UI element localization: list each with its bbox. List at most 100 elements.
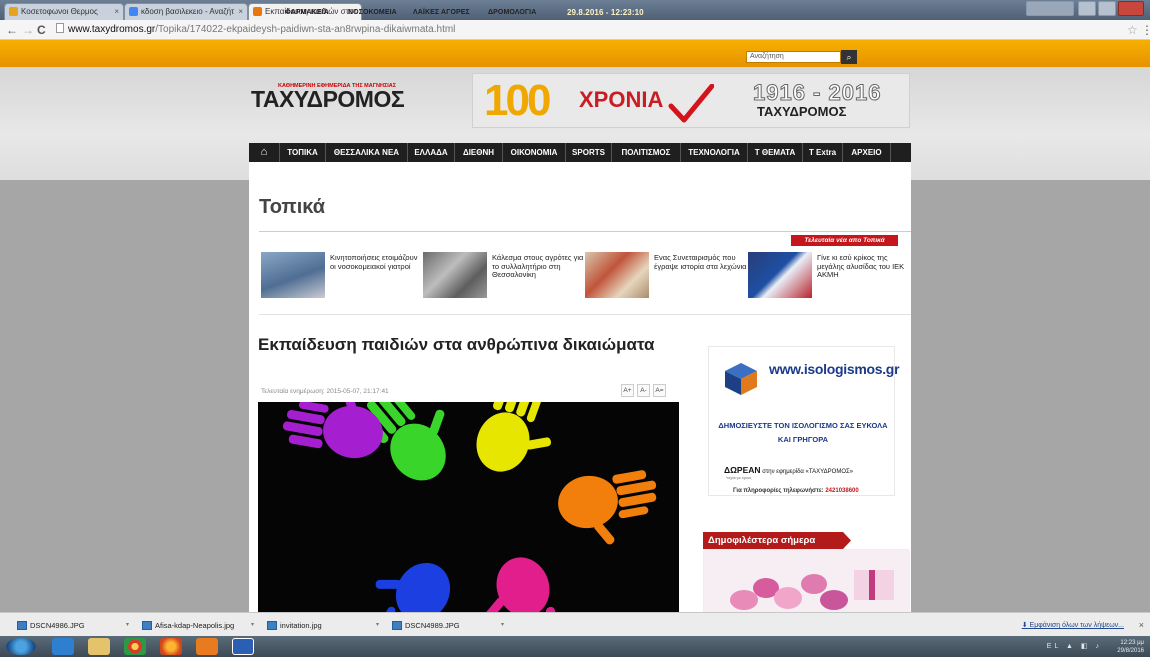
forward-icon[interactable]: → xyxy=(22,22,34,38)
banner-word: ΧΡΟΝΙΑ xyxy=(579,87,664,112)
current-datetime: 29.8.2016 - 12:23:10 xyxy=(567,8,644,17)
folder-icon[interactable] xyxy=(88,638,110,655)
download-icon: ⬇ xyxy=(1021,622,1030,629)
download-item[interactable]: invitation.jpg ▾ xyxy=(258,617,379,634)
downloads-bar: DSCN4986.JPG ▾ Afisa-kdap-Neapolis.jpg ▾ i… xyxy=(0,612,1150,636)
latest-news-item[interactable]: Κάλεσμα στους αγρότες για το συλλαλητήρι… xyxy=(423,252,583,298)
nav-item-thessaly[interactable]: ΘΕΣΣΑΛΙΚΑ ΝΕΑ xyxy=(326,143,408,162)
download-item[interactable]: Afisa-kdap-Neapolis.jpg ▾ xyxy=(133,617,254,634)
nav-item-economy[interactable]: ΟΙΚΟΝΟΜΙΑ xyxy=(503,143,566,162)
image-file-icon xyxy=(267,621,277,630)
chevron-down-icon[interactable]: ▾ xyxy=(501,617,504,634)
font-increase-button[interactable]: A+ xyxy=(621,384,634,397)
checkmark-icon xyxy=(668,84,714,123)
nav-item-themes[interactable]: Τ ΘΕΜΑΤΑ xyxy=(748,143,803,162)
nav-item-sports[interactable]: SPORTS xyxy=(566,143,612,162)
menu-link-pharmacies[interactable]: ΦΑΡΜΑΚΕΙΑ xyxy=(285,9,329,16)
top-service-bar xyxy=(0,40,1150,67)
menu-link-hospitals[interactable]: ΝΟΣΟΚΟΜΕΙΑ xyxy=(348,9,397,16)
nav-item-technology[interactable]: ΤΕΧΝΟΛΟΓΙΑ xyxy=(681,143,748,162)
home-button[interactable]: ⌂ xyxy=(249,143,280,162)
tab-close-icon[interactable]: × xyxy=(238,4,243,19)
tab-close-icon[interactable]: × xyxy=(114,4,119,19)
site-logo[interactable]: ΤΑΧΥΔΡΟΜΟΣ xyxy=(251,86,405,113)
browser-tab[interactable]: κδοση βασιλεκειο - Αναζήτ × xyxy=(124,3,248,20)
nav-item-extra[interactable]: Τ Extra xyxy=(803,143,843,162)
image-file-icon xyxy=(142,621,152,630)
news-title: Κινητοποιήσεις ετοιμάζουν οι νοσοκομειακ… xyxy=(330,253,418,271)
banner-100: 100 xyxy=(484,76,551,125)
popular-list xyxy=(703,549,910,613)
divider xyxy=(259,314,911,315)
language-indicator[interactable]: EL xyxy=(1047,643,1061,650)
tray-icons[interactable]: EL ▲ ◧ ♪ xyxy=(1047,642,1102,650)
clock-date: 29/8/2016 xyxy=(1117,648,1144,654)
ie-icon[interactable] xyxy=(52,638,74,655)
latest-news-item[interactable]: Κινητοποιήσεις ετοιμάζουν οι νοσοκομειακ… xyxy=(261,252,421,298)
outlook-icon[interactable] xyxy=(196,638,218,655)
nav-item-world[interactable]: ΔΙΕΘΝΗ xyxy=(455,143,503,162)
latest-news-item[interactable]: Ενας Συνεταιρισμός που έγραψε ιστορία στ… xyxy=(585,252,747,298)
banner-name: ΤΑΧΥΔΡΟΜΟΣ xyxy=(757,104,847,119)
minimize-button[interactable] xyxy=(1078,1,1096,16)
menu-link-markets[interactable]: ΛΑΪΚΕΣ ΑΓΟΡΕΣ xyxy=(413,9,470,16)
download-item[interactable]: DSCN4989.JPG ▾ xyxy=(383,617,504,634)
clock[interactable]: 12:23 μμ 29/8/2016 xyxy=(1117,639,1144,655)
divider xyxy=(259,231,911,232)
nav-item-greece[interactable]: ΕΛΛΑΔΑ xyxy=(408,143,455,162)
chevron-down-icon[interactable]: ▾ xyxy=(251,617,254,634)
menu-link-routes[interactable]: ΔΡΟΜΟΛΟΓΙΑ xyxy=(488,9,536,16)
close-icon[interactable]: × xyxy=(1139,617,1144,634)
nav-item-archive[interactable]: ΑΡΧΕΙΟ xyxy=(843,143,891,162)
chevron-down-icon[interactable]: ▾ xyxy=(126,617,129,634)
menu-icon[interactable]: ⋮ xyxy=(1141,22,1150,38)
news-thumbnail xyxy=(261,252,325,298)
address-bar[interactable]: www.taxydromos.gr/Topika/174022-ekpaidey… xyxy=(56,22,1126,38)
ad-fineprint: *ισχύει με όρους xyxy=(726,476,752,480)
close-window-button[interactable] xyxy=(1118,1,1144,16)
chrome-icon[interactable] xyxy=(124,638,146,655)
article-updated: Τελευταία ενημέρωση: 2015-05-07, 21:17:4… xyxy=(261,388,389,395)
browser-tab[interactable]: Κοσετοφωνοι Θερμος × xyxy=(4,3,124,20)
font-decrease-button[interactable]: A- xyxy=(637,384,650,397)
news-title: Ενας Συνεταιρισμός που έγραψε ιστορία στ… xyxy=(654,253,747,271)
tab-label: κδοση βασιλεκειο - Αναζήτ xyxy=(141,7,235,16)
download-item[interactable]: DSCN4986.JPG ▾ xyxy=(8,617,129,634)
news-title: Γίνε κι εσύ κρίκος της μεγάλης αλυσίδας … xyxy=(817,253,905,279)
chevron-down-icon[interactable]: ▾ xyxy=(376,617,379,634)
banner-years: 1916 - 2016 xyxy=(752,80,882,106)
ad-free-rest: στην εφημερίδα «ΤΑΧΥΔΡΟΜΟΣ» xyxy=(760,469,854,475)
news-title: Κάλεσμα στους αγρότες για το συλλαλητήρι… xyxy=(492,253,584,279)
url-domain: www.taxydromos.gr xyxy=(68,24,156,35)
profile-button[interactable] xyxy=(1026,1,1074,16)
clock-time: 12:23 μμ xyxy=(1120,640,1144,646)
search-input[interactable]: Αναζήτηση xyxy=(746,51,841,63)
firefox-icon[interactable] xyxy=(160,638,182,655)
download-filename: DSCN4989.JPG xyxy=(405,621,460,630)
nav-item-topika[interactable]: ΤΟΠΙΚΑ xyxy=(280,143,326,162)
ad-contact: Για πληροφορίες τηλεφωνήστε: 2421038600 xyxy=(733,488,859,494)
nav-item-culture[interactable]: ΠΟΛΙΤΙΣΜΟΣ xyxy=(612,143,681,162)
section-title: Τοπικά xyxy=(259,196,326,218)
latest-news-item[interactable]: Γίνε κι εσύ κρίκος της μεγάλης αλυσίδας … xyxy=(748,252,908,298)
image-file-icon xyxy=(17,621,27,630)
maximize-button[interactable] xyxy=(1098,1,1116,16)
show-all-downloads-link[interactable]: ⬇ Εμφάνιση όλων των λήψεων... xyxy=(1022,617,1124,634)
ad-contact-label: Για πληροφορίες τηλεφωνήστε: xyxy=(733,488,826,494)
browser-toolbar: ← → C www.taxydromos.gr/Topika/174022-ek… xyxy=(0,20,1150,40)
start-button[interactable] xyxy=(6,638,36,655)
news-thumbnail xyxy=(748,252,812,298)
page-icon xyxy=(56,23,64,33)
font-reset-button[interactable]: A= xyxy=(653,384,666,397)
home-icon: ⌂ xyxy=(260,146,268,158)
window-controls xyxy=(1026,1,1146,17)
show-all-label: Εμφάνιση όλων των λήψεων... xyxy=(1029,622,1124,629)
bookmark-star-icon[interactable]: ☆ xyxy=(1127,22,1138,38)
tab-favicon-icon xyxy=(9,7,18,16)
popular-today-label: Δημοφιλέστερα σήμερα xyxy=(703,532,843,549)
back-icon[interactable]: ← xyxy=(6,22,18,38)
word-icon[interactable] xyxy=(232,638,254,655)
label-arrow xyxy=(843,532,851,549)
reload-icon[interactable]: C xyxy=(37,22,46,38)
search-button[interactable]: ⌕ xyxy=(841,50,857,64)
